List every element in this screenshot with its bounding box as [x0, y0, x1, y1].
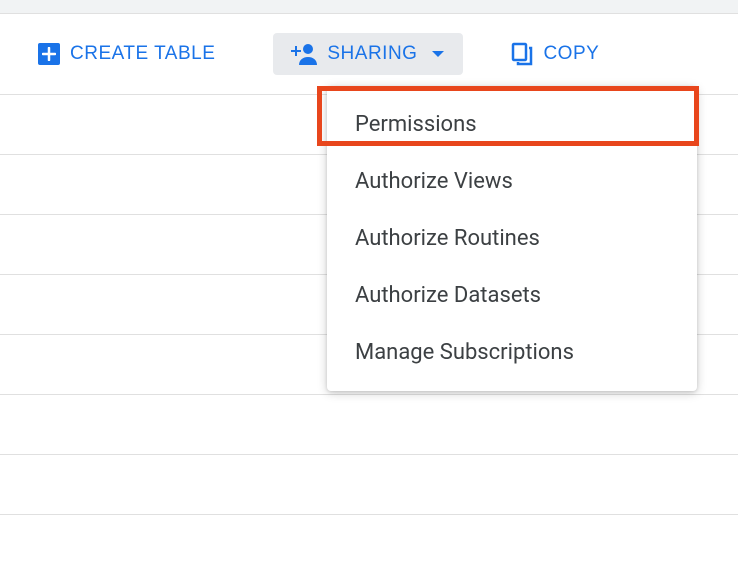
create-table-label: CREATE TABLE — [70, 43, 215, 65]
menu-item-label: Permissions — [355, 112, 477, 137]
create-table-button[interactable]: CREATE TABLE — [20, 33, 233, 75]
table-row — [0, 514, 738, 574]
menu-item-authorize-views[interactable]: Authorize Views — [327, 153, 697, 210]
sharing-dropdown-menu: Permissions Authorize Views Authorize Ro… — [327, 86, 697, 391]
menu-item-authorize-datasets[interactable]: Authorize Datasets — [327, 267, 697, 324]
menu-item-label: Authorize Views — [355, 169, 513, 194]
menu-item-manage-subscriptions[interactable]: Manage Subscriptions — [327, 324, 697, 381]
copy-icon — [511, 42, 533, 66]
sharing-label: SHARING — [327, 43, 417, 65]
top-bar — [0, 0, 738, 14]
toolbar: CREATE TABLE SHARING COPY — [0, 14, 738, 94]
copy-button[interactable]: COPY — [493, 32, 617, 76]
menu-item-authorize-routines[interactable]: Authorize Routines — [327, 210, 697, 267]
menu-item-label: Manage Subscriptions — [355, 340, 574, 365]
plus-icon — [38, 43, 60, 65]
menu-item-label: Authorize Datasets — [355, 283, 541, 308]
table-row — [0, 454, 738, 514]
menu-item-permissions[interactable]: Permissions — [327, 96, 697, 153]
copy-label: COPY — [543, 43, 599, 65]
table-row — [0, 394, 738, 454]
chevron-down-icon — [431, 50, 445, 58]
menu-item-label: Authorize Routines — [355, 226, 540, 251]
sharing-button[interactable]: SHARING — [273, 33, 463, 75]
person-add-icon — [291, 43, 317, 65]
